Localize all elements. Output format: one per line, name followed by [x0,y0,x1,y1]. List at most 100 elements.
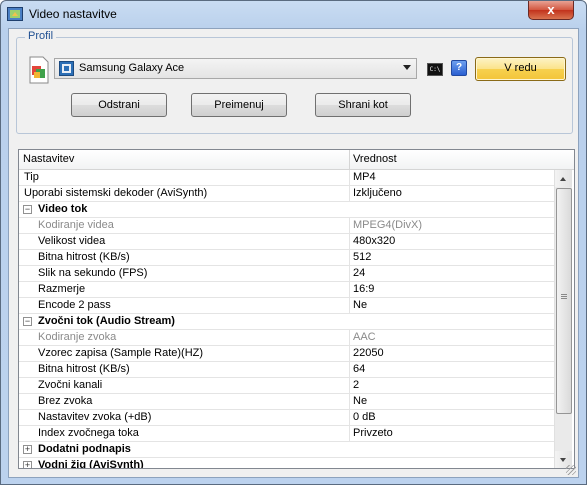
arrow-down-icon [560,458,566,462]
cell-divider [349,362,350,378]
setting-value[interactable]: 22050 [353,347,384,359]
profile-select[interactable]: Samsung Galaxy Ace [54,58,417,79]
grip-icon [561,294,567,295]
setting-value[interactable]: 0 dB [353,411,376,423]
cell-divider [349,330,350,346]
table-row[interactable]: Velikost videa 480x320 [19,234,554,250]
help-icon[interactable]: ? [451,60,467,76]
grid-header: Nastavitev Vrednost [19,150,574,170]
vertical-scrollbar[interactable] [554,170,572,468]
setting-name: Kodiranje zvoka [38,331,117,343]
setting-name: Tip [24,171,39,183]
category-label: Dodatni podnapis [38,443,131,455]
setting-value[interactable]: 64 [353,363,365,375]
setting-name: Index zvočnega toka [38,427,139,439]
setting-value: AAC [353,331,376,343]
setting-value[interactable]: 480x320 [353,235,395,247]
close-button[interactable]: x [528,1,574,20]
setting-name: Velikost videa [38,235,106,247]
setting-name: Razmerje [38,283,86,295]
video-settings-window: Video nastavitve x Profil Samsung Galaxy… [0,0,587,485]
setting-name: Bitna hitrost (KB/s) [38,251,130,263]
setting-name: Kodiranje videa [38,219,114,231]
setting-value[interactable]: 2 [353,379,359,391]
cell-divider [349,186,350,202]
setting-value[interactable]: Ne [353,299,367,311]
column-header-value[interactable]: Vrednost [353,153,397,165]
category-row[interactable]: − Video tok [19,202,554,218]
cell-divider [349,170,350,186]
setting-name: Bitna hitrost (KB/s) [38,363,130,375]
ok-button[interactable]: V redu [475,57,566,81]
command-prompt-icon[interactable]: C:\ [427,63,443,76]
table-row[interactable]: Razmerje 16:9 [19,282,554,298]
cell-divider [349,298,350,314]
grid-rows: Tip MP4 Uporabi sistemski dekoder (AviSy… [19,170,554,468]
setting-name: Vzorec zapisa (Sample Rate)(HZ) [38,347,204,359]
setting-value[interactable]: 16:9 [353,283,374,295]
category-label: Zvočni tok (Audio Stream) [38,315,175,327]
table-row[interactable]: Uporabi sistemski dekoder (AviSynth) Izk… [19,186,554,202]
expand-icon[interactable]: + [23,445,32,454]
category-row[interactable]: + Vodni žig (AviSynth) [19,458,554,468]
table-row[interactable]: Kodiranje zvoka AAC [19,330,554,346]
cell-divider [349,282,350,298]
category-row[interactable]: − Zvočni tok (Audio Stream) [19,314,554,330]
scrollbar-thumb[interactable] [556,188,572,414]
cell-divider [349,234,350,250]
save-as-button[interactable]: Shrani kot [315,93,411,117]
table-row[interactable]: Zvočni kanali 2 [19,378,554,394]
column-header-setting[interactable]: Nastavitev [23,153,74,165]
cell-divider [349,346,350,362]
cell-divider [349,266,350,282]
setting-name: Encode 2 pass [38,299,111,311]
device-phone-icon [59,61,74,76]
table-row[interactable]: Nastavitev zvoka (+dB) 0 dB [19,410,554,426]
app-film-icon [7,7,23,21]
scroll-up-button[interactable] [555,170,572,187]
cell-divider [349,410,350,426]
cell-divider [349,218,350,234]
cell-divider [349,426,350,442]
setting-value[interactable]: 24 [353,267,365,279]
setting-name: Slik na sekundo (FPS) [38,267,148,279]
profile-legend: Profil [25,30,57,42]
profile-group: Profil Samsung Galaxy Ace C:\ ? V redu O [16,30,573,134]
setting-value[interactable]: Ne [353,395,367,407]
profile-document-icon [29,56,49,84]
window-title: Video nastavitve [29,7,117,21]
category-row[interactable]: + Dodatni podnapis [19,442,554,458]
dialog-body: Profil Samsung Galaxy Ace C:\ ? V redu O [8,28,579,478]
table-row[interactable]: Vzorec zapisa (Sample Rate)(HZ) 22050 [19,346,554,362]
table-row[interactable]: Encode 2 pass Ne [19,298,554,314]
table-row[interactable]: Slik na sekundo (FPS) 24 [19,266,554,282]
table-row[interactable]: Brez zvoka Ne [19,394,554,410]
setting-value[interactable]: Privzeto [353,427,393,439]
setting-value[interactable]: Izključeno [353,187,402,199]
collapse-icon[interactable]: − [23,205,32,214]
table-row[interactable]: Tip MP4 [19,170,554,186]
chevron-down-icon[interactable] [403,65,411,70]
table-row[interactable]: Index zvočnega toka Privzeto [19,426,554,442]
collapse-icon[interactable]: − [23,317,32,326]
expand-icon[interactable]: + [23,461,32,468]
arrow-up-icon [560,177,566,181]
column-divider[interactable] [349,150,350,169]
rename-button[interactable]: Preimenuj [191,93,287,117]
setting-name: Uporabi sistemski dekoder (AviSynth) [24,187,208,199]
settings-grid: Nastavitev Vrednost Tip MP4 Uporabi sist… [18,149,575,469]
setting-value[interactable]: MP4 [353,171,376,183]
resize-grip[interactable] [566,465,576,475]
setting-name: Nastavitev zvoka (+dB) [38,411,152,423]
title-bar[interactable]: Video nastavitve x [1,1,586,29]
setting-name: Brez zvoka [38,395,93,407]
table-row[interactable]: Bitna hitrost (KB/s) 512 [19,250,554,266]
cell-divider [349,378,350,394]
remove-button[interactable]: Odstrani [71,93,167,117]
setting-value: MPEG4(DivX) [353,219,423,231]
setting-value[interactable]: 512 [353,251,371,263]
category-label: Video tok [38,203,88,215]
table-row[interactable]: Kodiranje videa MPEG4(DivX) [19,218,554,234]
cell-divider [349,250,350,266]
table-row[interactable]: Bitna hitrost (KB/s) 64 [19,362,554,378]
